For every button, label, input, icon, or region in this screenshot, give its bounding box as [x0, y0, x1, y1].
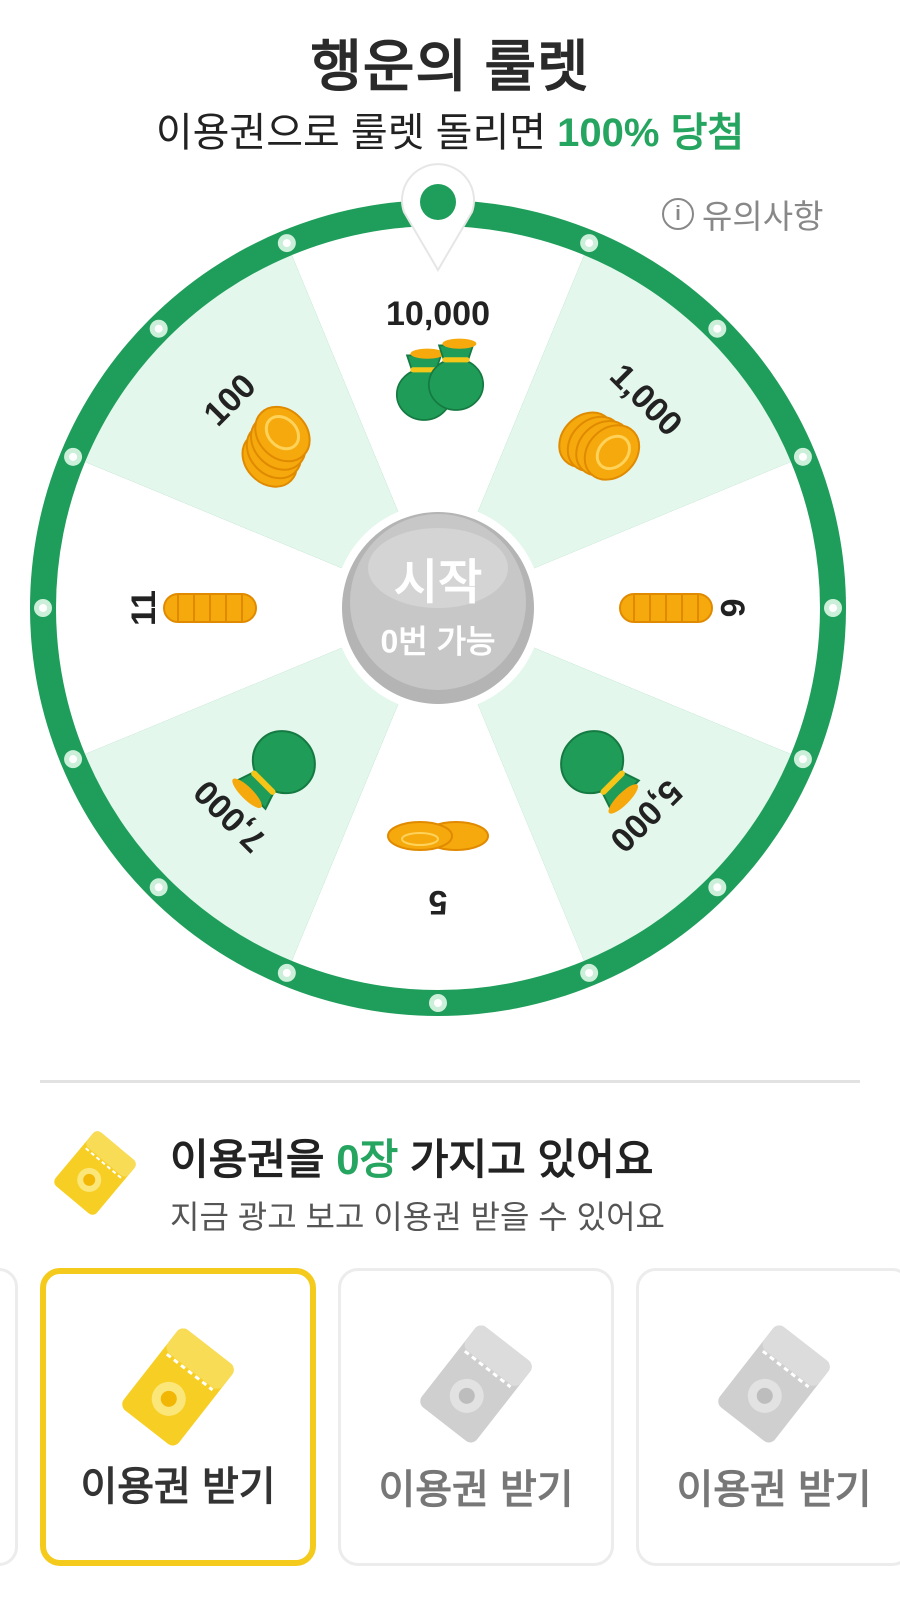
ticket-icon — [113, 1322, 243, 1457]
rim-light-core — [434, 999, 442, 1007]
previous-card-edge — [0, 1268, 18, 1566]
rim-light-core — [154, 883, 163, 892]
coins-flat-icon — [387, 821, 489, 851]
rim-light-core — [282, 968, 291, 977]
coin-roll-icon — [163, 593, 257, 623]
ticket-count-prefix: 이용권을 — [170, 1136, 337, 1183]
rim-light-core — [829, 604, 837, 612]
ticket-count-suffix: 가지고 있어요 — [398, 1136, 654, 1183]
remaining-spins-label: 0번 가능 — [380, 623, 495, 659]
segment-label: 5 — [429, 883, 448, 921]
ticket-count: 이용권을 0장 가지고 있어요 — [170, 1126, 653, 1187]
get-ticket-card-1[interactable]: 이용권 받기 — [40, 1268, 316, 1566]
ticket-icon — [50, 1128, 140, 1223]
rim-light-core — [798, 452, 807, 461]
ticket-icon — [411, 1319, 541, 1454]
segment-label: 11 — [125, 590, 163, 626]
rim-light-core — [154, 324, 163, 333]
rim-light-core — [713, 324, 722, 333]
segment-label: 6 — [713, 599, 751, 618]
coin-roll-icon — [619, 593, 713, 623]
rim-light-core — [69, 452, 78, 461]
card-label: 이용권 받기 — [676, 1468, 872, 1512]
start-label: 시작 — [394, 557, 482, 610]
ticket-icon — [709, 1319, 839, 1454]
rim-light-core — [39, 604, 47, 612]
ticket-count-value: 0장 — [336, 1136, 399, 1183]
start-button[interactable]: 시작 0번 가능 — [334, 504, 542, 712]
card-label: 이용권 받기 — [378, 1468, 574, 1512]
card-label: 이용권 받기 — [80, 1465, 276, 1509]
rim-light-core — [713, 883, 722, 892]
get-ticket-card-3[interactable]: 이용권 받기 — [636, 1268, 900, 1566]
rim-light-core — [585, 968, 594, 977]
ticket-hint: 지금 광고 보고 이용권 받을 수 있어요 — [170, 1199, 665, 1235]
get-ticket-card-2[interactable]: 이용권 받기 — [338, 1268, 614, 1566]
divider — [40, 1080, 860, 1083]
rim-light-core — [585, 239, 594, 248]
roulette-wheel: 10,0001,00065,00057,00011100시작0번 가능 — [30, 163, 846, 1016]
rim-light-core — [282, 239, 291, 248]
rim-light-core — [69, 755, 78, 764]
segment-label: 10,000 — [386, 295, 490, 333]
rim-light-core — [798, 755, 807, 764]
